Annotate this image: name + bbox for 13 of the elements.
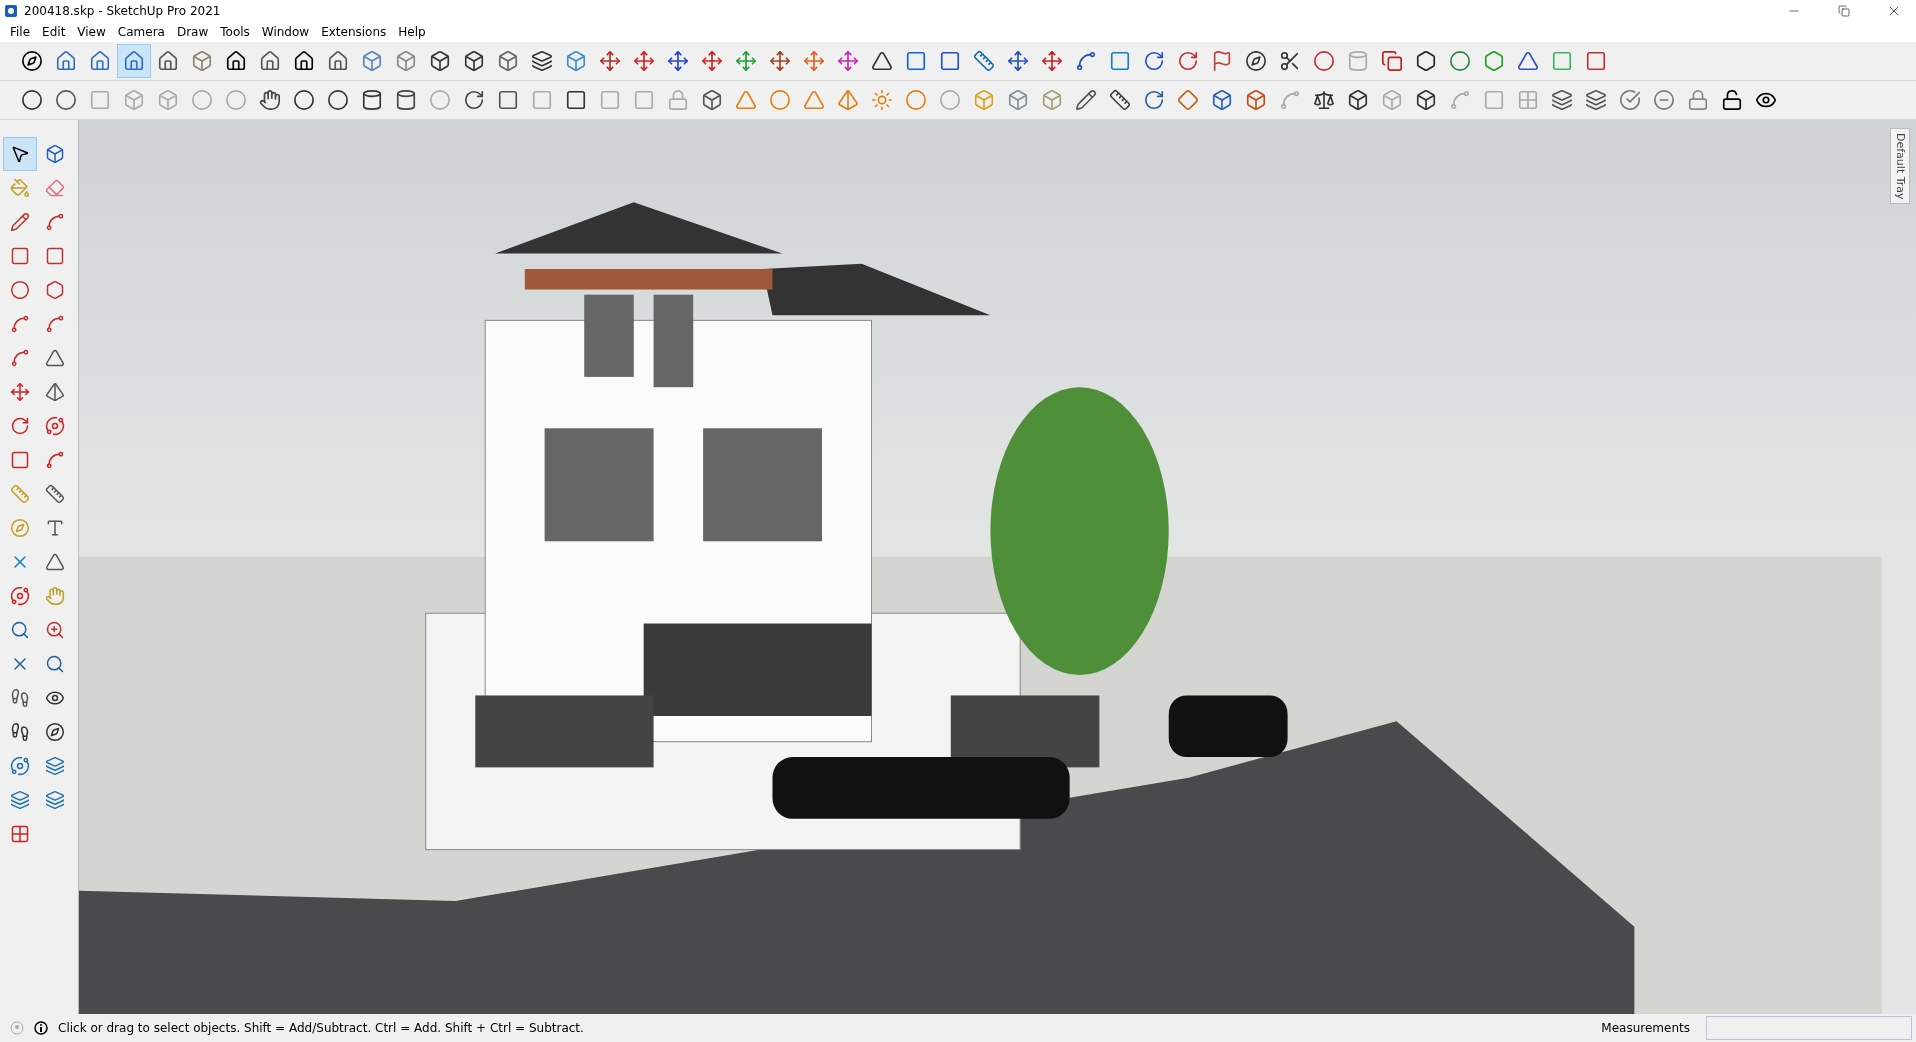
menu-item[interactable]: Window (255, 22, 316, 42)
status-hint: Click or drag to select objects. Shift = Add/Subtract. Ctrl = Add. Shift + Ctrl = Subtract. (58, 1021, 585, 1035)
menu-item[interactable]: Tools (214, 22, 256, 42)
tray-tab[interactable]: Default Tray (1890, 128, 1910, 204)
window-title: 200418.skp - SketchUp Pro 2021 (24, 4, 222, 18)
measurements-label: Measurements (1601, 1021, 1691, 1035)
menu-item[interactable]: Help (392, 22, 432, 42)
menu-item[interactable]: Camera (111, 22, 171, 42)
menu-item[interactable]: Extensions (315, 22, 393, 42)
menu-item[interactable]: File (4, 22, 37, 42)
menu-item[interactable]: Edit (36, 22, 72, 42)
menu-item[interactable]: View (71, 22, 112, 42)
menu-item[interactable]: Draw (170, 22, 215, 42)
